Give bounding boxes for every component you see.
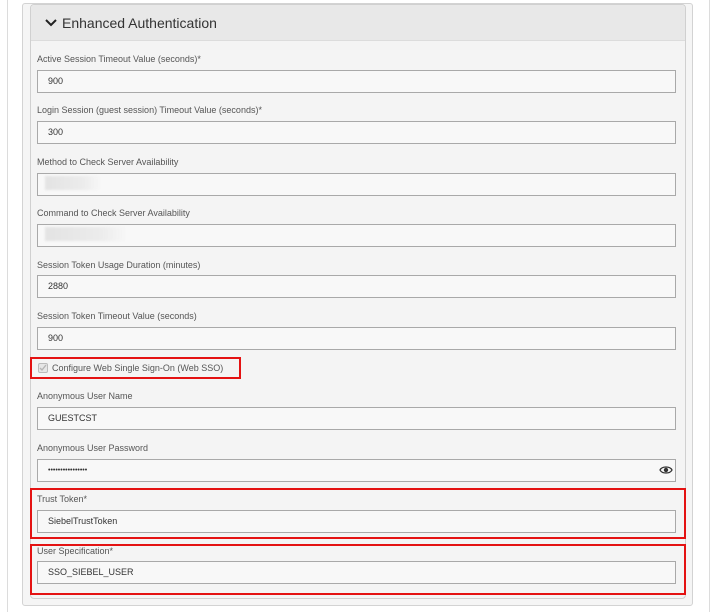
active-session-timeout-field: Active Session Timeout Value (seconds)* … — [37, 53, 676, 93]
redacted-value — [45, 176, 101, 190]
frame-border-right — [709, 0, 710, 612]
user-specification-label: User Specification* — [37, 546, 114, 556]
eye-icon[interactable] — [659, 463, 673, 477]
session-token-usage-field: Session Token Usage Duration (minutes) 2… — [37, 259, 676, 298]
method-check-server-label: Method to Check Server Availability — [37, 157, 179, 167]
session-token-timeout-field: Session Token Timeout Value (seconds) 90… — [37, 310, 676, 350]
anonymous-user-password-field: Anonymous User Password •••••••••••••••• — [37, 442, 676, 482]
session-token-timeout-input[interactable]: 900 — [37, 327, 676, 350]
web-sso-label: Configure Web Single Sign-On (Web SSO) — [52, 363, 224, 373]
trust-token-field: Trust Token* SiebelTrustToken — [37, 493, 676, 533]
section-title: Enhanced Authentication — [62, 14, 217, 31]
frame-border-left — [7, 0, 8, 612]
method-check-server-input[interactable] — [37, 173, 676, 196]
user-specification-input[interactable]: SSO_SIEBEL_USER — [37, 561, 676, 584]
user-specification-field: User Specification* SSO_SIEBEL_USER — [37, 545, 676, 584]
session-token-timeout-label: Session Token Timeout Value (seconds) — [37, 311, 197, 321]
redacted-value — [45, 227, 127, 241]
chevron-down-icon[interactable] — [45, 18, 59, 28]
method-check-server-field: Method to Check Server Availability — [37, 156, 676, 196]
anonymous-user-name-input[interactable]: GUESTCST — [37, 407, 676, 430]
command-check-server-field: Command to Check Server Availability — [37, 207, 676, 247]
anonymous-user-name-label: Anonymous User Name — [37, 391, 133, 401]
login-session-timeout-field: Login Session (guest session) Timeout Va… — [37, 104, 676, 144]
checkmark-icon — [39, 364, 47, 372]
trust-token-input[interactable]: SiebelTrustToken — [37, 510, 676, 533]
anonymous-user-name-field: Anonymous User Name GUESTCST — [37, 390, 676, 430]
login-session-timeout-input[interactable]: 300 — [37, 121, 676, 144]
anonymous-user-password-input[interactable]: •••••••••••••••• — [37, 459, 676, 482]
anonymous-user-password-label: Anonymous User Password — [37, 443, 149, 453]
active-session-timeout-label: Active Session Timeout Value (seconds)* — [37, 54, 201, 64]
login-session-timeout-label: Login Session (guest session) Timeout Va… — [37, 105, 262, 115]
session-token-usage-input[interactable]: 2880 — [37, 275, 676, 298]
active-session-timeout-input[interactable]: 900 — [37, 70, 676, 93]
session-token-usage-label: Session Token Usage Duration (minutes) — [37, 260, 201, 270]
command-check-server-label: Command to Check Server Availability — [37, 208, 190, 218]
section-header[interactable]: Enhanced Authentication — [31, 5, 685, 41]
web-sso-checkbox[interactable] — [38, 363, 48, 373]
trust-token-label: Trust Token* — [37, 494, 88, 504]
command-check-server-input[interactable] — [37, 224, 676, 247]
web-sso-highlight: Configure Web Single Sign-On (Web SSO) — [30, 357, 241, 379]
